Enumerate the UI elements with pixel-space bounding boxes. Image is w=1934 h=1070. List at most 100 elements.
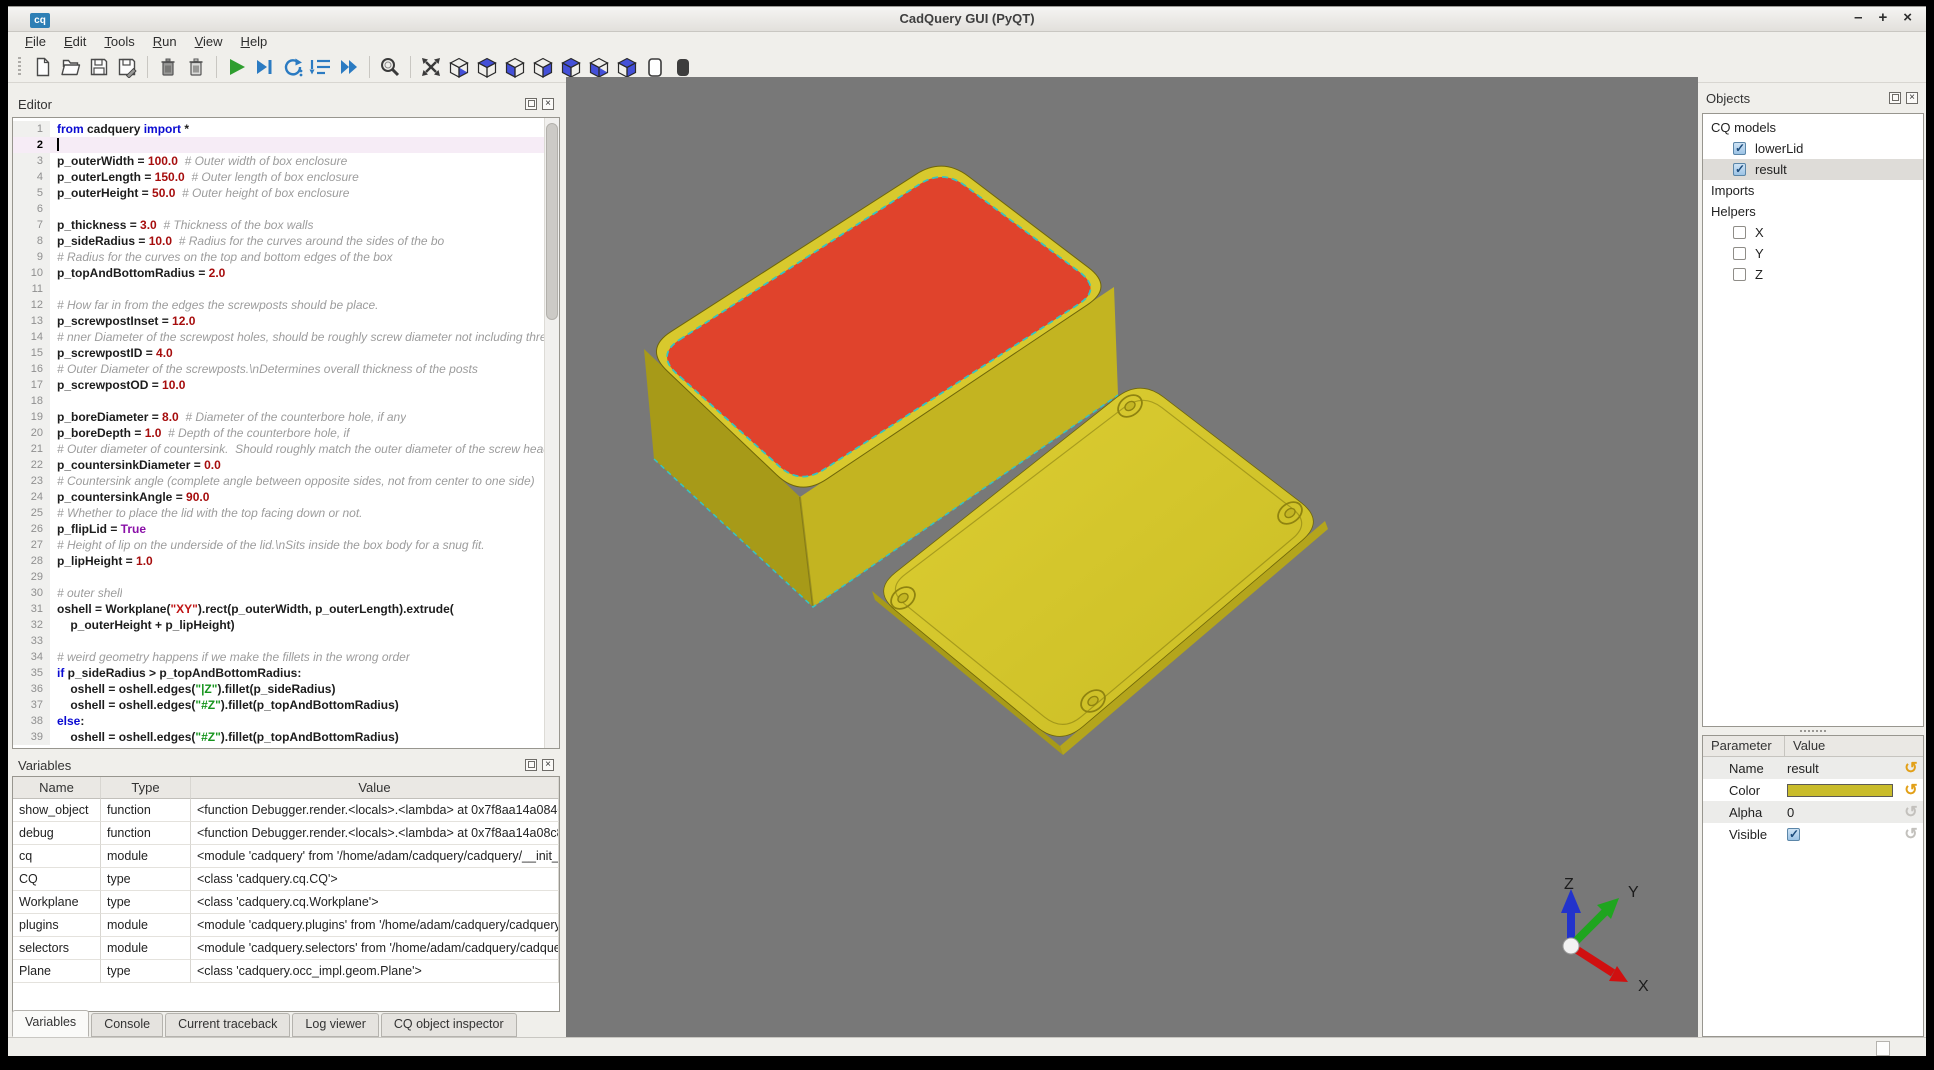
editor-scrollbar-thumb[interactable]: [546, 123, 558, 320]
color-swatch[interactable]: [1787, 784, 1893, 797]
undo-icon[interactable]: ↺: [1899, 802, 1923, 822]
zoom-search-icon[interactable]: [376, 54, 404, 81]
tab-log-viewer[interactable]: Log viewer: [292, 1013, 378, 1037]
code-line[interactable]: 3p_outerWidth = 100.0 # Outer width of b…: [13, 153, 545, 169]
parameter-value[interactable]: result: [1787, 761, 1899, 776]
code-line[interactable]: 23# Countersink angle (complete angle be…: [13, 473, 545, 489]
column-header[interactable]: Name: [13, 777, 101, 799]
undo-icon[interactable]: ↺: [1899, 824, 1923, 844]
code-line[interactable]: 19p_boreDiameter = 8.0 # Diameter of the…: [13, 409, 545, 425]
code-line[interactable]: 31oshell = Workplane("XY").rect(p_outerW…: [13, 601, 545, 617]
code-line[interactable]: 10p_topAndBottomRadius = 2.0: [13, 265, 545, 281]
view-left-icon[interactable]: [501, 54, 529, 81]
code-line[interactable]: 28p_lipHeight = 1.0: [13, 553, 545, 569]
tree-item-lowerlid[interactable]: lowerLid: [1703, 138, 1923, 159]
tab-cq-object-inspector[interactable]: CQ object inspector: [381, 1013, 517, 1037]
view-iso-icon[interactable]: [445, 54, 473, 81]
tree-section-helpers[interactable]: Helpers: [1703, 201, 1923, 222]
maximize-button[interactable]: +: [1878, 9, 1887, 26]
menu-item-view[interactable]: View: [186, 32, 232, 51]
table-row[interactable]: debugfunction<function Debugger.render.<…: [13, 822, 559, 845]
code-line[interactable]: 6: [13, 201, 545, 217]
code-editor[interactable]: 1from cadquery import *23p_outerWidth = …: [12, 117, 560, 749]
checked-checkbox[interactable]: [1733, 142, 1746, 155]
code-line[interactable]: 2: [13, 137, 545, 153]
editor-scrollbar[interactable]: [544, 118, 559, 748]
open-file-icon[interactable]: [57, 54, 85, 81]
titlebar[interactable]: cq CadQuery GUI (PyQT) – + ×: [8, 7, 1926, 32]
code-line[interactable]: 34# weird geometry happens if we make th…: [13, 649, 545, 665]
tab-console[interactable]: Console: [91, 1013, 163, 1037]
view-top-icon[interactable]: [473, 54, 501, 81]
table-row[interactable]: selectorsmodule<module 'cadquery.selecto…: [13, 937, 559, 960]
code-line[interactable]: 38else:: [13, 713, 545, 729]
parameter-value[interactable]: [1787, 784, 1899, 797]
code-line[interactable]: 27# Height of lip on the underside of th…: [13, 537, 545, 553]
menu-item-help[interactable]: Help: [232, 32, 277, 51]
tree-section-cq-models[interactable]: CQ models: [1703, 117, 1923, 138]
close-button[interactable]: ×: [1903, 9, 1912, 26]
unchecked-checkbox[interactable]: [1733, 226, 1746, 239]
table-row[interactable]: CQtype<class 'cadquery.cq.CQ'>: [13, 868, 559, 891]
minimize-button[interactable]: –: [1854, 9, 1862, 26]
tree-item-z[interactable]: Z: [1703, 264, 1923, 285]
code-line[interactable]: 14# nner Diameter of the screwpost holes…: [13, 329, 545, 345]
code-line[interactable]: 22p_countersinkDiameter = 0.0: [13, 457, 545, 473]
new-file-icon[interactable]: [29, 54, 57, 81]
close-panel-icon[interactable]: ×: [542, 98, 554, 110]
code-line[interactable]: 21# Outer diameter of countersink. Shoul…: [13, 441, 545, 457]
code-line[interactable]: 29: [13, 569, 545, 585]
code-line[interactable]: 17p_screwpostOD = 10.0: [13, 377, 545, 393]
code-line[interactable]: 37 oshell = oshell.edges("#Z").fillet(p_…: [13, 697, 545, 713]
undo-icon[interactable]: ↺: [1899, 758, 1923, 778]
panel-splitter[interactable]: [1702, 727, 1924, 735]
save-icon[interactable]: [85, 54, 113, 81]
code-line[interactable]: 16# Outer Diameter of the screwposts.\nD…: [13, 361, 545, 377]
code-line[interactable]: 24p_countersinkAngle = 90.0: [13, 489, 545, 505]
code-line[interactable]: 33: [13, 633, 545, 649]
3d-scene[interactable]: Z Y X: [566, 77, 1698, 1037]
code-line[interactable]: 26p_flipLid = True: [13, 521, 545, 537]
table-row[interactable]: Planetype<class 'cadquery.occ_impl.geom.…: [13, 960, 559, 983]
save-as-icon[interactable]: [113, 54, 141, 81]
checked-checkbox[interactable]: [1733, 163, 1746, 176]
tab-variables[interactable]: Variables: [12, 1010, 89, 1037]
table-row[interactable]: Workplanetype<class 'cadquery.cq.Workpla…: [13, 891, 559, 914]
code-line[interactable]: 25# Whether to place the lid with the to…: [13, 505, 545, 521]
menu-item-file[interactable]: File: [16, 32, 55, 51]
table-row[interactable]: cqmodule<module 'cadquery' from '/home/a…: [13, 845, 559, 868]
step-over-icon[interactable]: [307, 54, 335, 81]
code-line[interactable]: 7p_thickness = 3.0 # Thickness of the bo…: [13, 217, 545, 233]
float-panel-icon[interactable]: [1889, 92, 1901, 104]
code-line[interactable]: 39 oshell = oshell.edges("#Z").fillet(p_…: [13, 729, 545, 745]
code-line[interactable]: 9# Radius for the curves on the top and …: [13, 249, 545, 265]
code-line[interactable]: 32 p_outerHeight + p_lipHeight): [13, 617, 545, 633]
table-row[interactable]: pluginsmodule<module 'cadquery.plugins' …: [13, 914, 559, 937]
fit-view-icon[interactable]: [417, 54, 445, 81]
float-panel-icon[interactable]: [525, 98, 537, 110]
tree-item-y[interactable]: Y: [1703, 243, 1923, 264]
view-front-icon[interactable]: [529, 54, 557, 81]
parameter-value[interactable]: 0: [1787, 805, 1899, 820]
code-line[interactable]: 4p_outerLength = 150.0 # Outer length of…: [13, 169, 545, 185]
menu-item-tools[interactable]: Tools: [95, 32, 143, 51]
clear-console-icon[interactable]: [182, 54, 210, 81]
tree-section-imports[interactable]: Imports: [1703, 180, 1923, 201]
code-line[interactable]: 8p_sideRadius = 10.0 # Radius for the cu…: [13, 233, 545, 249]
code-line[interactable]: 30# outer shell: [13, 585, 545, 601]
tab-current-traceback[interactable]: Current traceback: [165, 1013, 290, 1037]
column-header[interactable]: Value: [191, 777, 559, 799]
tree-item-x[interactable]: X: [1703, 222, 1923, 243]
code-line[interactable]: 18: [13, 393, 545, 409]
code-line[interactable]: 15p_screwpostID = 4.0: [13, 345, 545, 361]
delete-object-icon[interactable]: [154, 54, 182, 81]
menu-item-edit[interactable]: Edit: [55, 32, 95, 51]
restart-icon[interactable]: [279, 54, 307, 81]
checked-checkbox[interactable]: [1787, 828, 1800, 841]
tree-item-result[interactable]: result: [1703, 159, 1923, 180]
code-line[interactable]: 1from cadquery import *: [13, 121, 545, 137]
code-line[interactable]: 5p_outerHeight = 50.0 # Outer height of …: [13, 185, 545, 201]
close-panel-icon[interactable]: ×: [1906, 92, 1918, 104]
code-line[interactable]: 13p_screwpostInset = 12.0: [13, 313, 545, 329]
debug-script-icon[interactable]: [251, 54, 279, 81]
